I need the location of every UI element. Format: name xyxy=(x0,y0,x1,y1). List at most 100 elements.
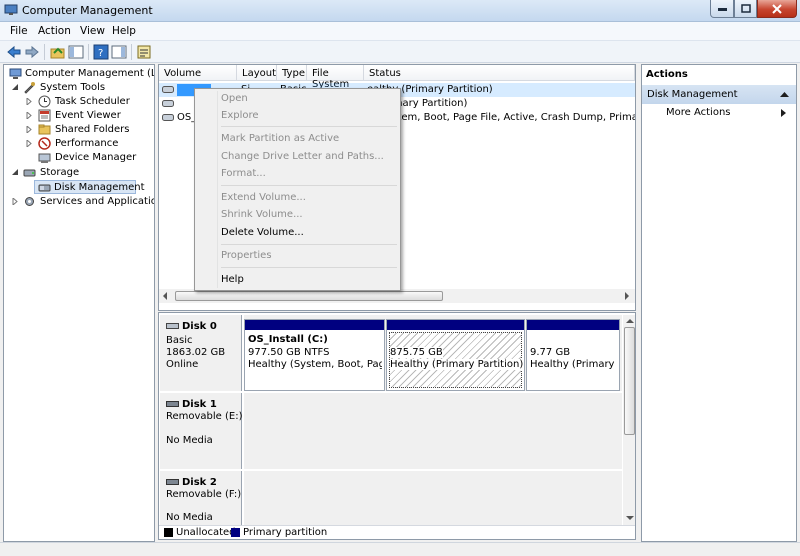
tree-label: Task Scheduler xyxy=(55,96,130,107)
window-title: Computer Management xyxy=(22,4,153,17)
more-actions-item[interactable]: More Actions xyxy=(666,107,731,118)
tree-item-performance[interactable]: Performance xyxy=(6,137,154,151)
column-header-layout[interactable]: Layout xyxy=(237,65,277,81)
menu-item-help[interactable]: Help xyxy=(221,274,244,285)
tree-item-shared-folders[interactable]: Shared Folders xyxy=(6,123,154,137)
disk-name: Disk 2 xyxy=(182,477,217,488)
partition-status: Healthy (Primary Partition) xyxy=(390,359,524,370)
minimize-button[interactable] xyxy=(710,0,734,18)
scroll-up-icon[interactable] xyxy=(626,318,634,323)
primary-partition-bar xyxy=(245,320,384,330)
tree-item-system-tools[interactable]: System Tools xyxy=(6,81,154,95)
column-header-status[interactable]: Status xyxy=(364,65,635,81)
tree-item-task-scheduler[interactable]: Task Scheduler xyxy=(6,95,154,109)
close-button[interactable] xyxy=(757,0,797,18)
properties-icon[interactable] xyxy=(136,44,152,60)
minimize-icon xyxy=(717,7,727,11)
menu-separator xyxy=(221,185,397,186)
scroll-thumb[interactable] xyxy=(175,291,443,301)
console-tree: Computer Management (Local System Tools … xyxy=(3,64,155,542)
collapse-up-icon[interactable] xyxy=(780,91,789,97)
partition-9gb[interactable]: 9.77 GB Healthy (Primary Pa xyxy=(526,319,620,391)
collapsed-arrow-icon[interactable] xyxy=(26,140,32,147)
partition-875gb[interactable]: 875.75 GB Healthy (Primary Partition) xyxy=(386,319,525,391)
tree-label: System Tools xyxy=(40,82,106,93)
collapsed-arrow-icon[interactable] xyxy=(26,112,32,119)
column-header-volume[interactable]: Volume xyxy=(159,65,237,81)
column-header-type[interactable]: Type xyxy=(277,65,307,81)
menu-item-mark-active[interactable]: Mark Partition as Active xyxy=(221,133,339,144)
menu-action[interactable]: Action xyxy=(38,25,71,37)
menu-item-shrink-volume[interactable]: Shrink Volume... xyxy=(221,209,303,220)
tree-label: Event Viewer xyxy=(55,110,121,121)
show-action-pane-icon[interactable] xyxy=(111,44,127,60)
tree-label: Device Manager xyxy=(55,152,137,163)
disk-view-vertical-scrollbar[interactable] xyxy=(623,315,635,525)
disk-2-info[interactable]: Disk 2 Removable (F:) No Media xyxy=(160,471,242,525)
up-folder-icon[interactable] xyxy=(50,44,66,60)
disk-0-partitions: OS_Install (C:) 977.50 GB NTFS Healthy (… xyxy=(244,315,622,391)
partition-size: 875.75 GB xyxy=(390,347,443,358)
tree-item-computer-management[interactable]: Computer Management (Local xyxy=(6,67,154,81)
tree-label: Services and Applications xyxy=(40,196,154,207)
title-bar[interactable]: Computer Management xyxy=(0,0,800,22)
legend-swatch-primary xyxy=(231,528,240,537)
help-icon[interactable]: ? xyxy=(93,44,109,60)
menu-file[interactable]: File xyxy=(10,25,28,37)
tree-item-device-manager[interactable]: Device Manager xyxy=(6,151,154,165)
context-menu-icon-strip xyxy=(217,91,218,288)
forward-icon[interactable] xyxy=(24,44,40,60)
scroll-left-icon[interactable] xyxy=(162,292,168,300)
menu-item-open[interactable]: Open xyxy=(221,93,248,104)
tree-item-services-and-applications[interactable]: Services and Applications xyxy=(6,195,154,209)
collapsed-arrow-icon[interactable] xyxy=(26,98,32,105)
back-icon[interactable] xyxy=(6,44,22,60)
services-icon xyxy=(25,197,34,206)
disk-0-info[interactable]: Disk 0 Basic 1863.02 GB Online xyxy=(160,315,242,391)
tree-item-disk-management[interactable]: Disk Management xyxy=(34,180,145,194)
partition-os-install[interactable]: OS_Install (C:) 977.50 GB NTFS Healthy (… xyxy=(244,319,385,391)
expanded-arrow-icon[interactable] xyxy=(11,83,19,91)
maximize-button[interactable] xyxy=(734,0,757,18)
disk-icon xyxy=(166,323,179,329)
disk-state: No Media xyxy=(166,512,213,523)
disk-size: 1863.02 GB xyxy=(166,347,226,358)
legend-label: Unallocated xyxy=(176,527,236,538)
collapsed-arrow-icon[interactable] xyxy=(12,198,18,205)
partition-title: OS_Install (C:) xyxy=(248,334,328,345)
close-icon xyxy=(772,3,782,14)
scroll-thumb[interactable] xyxy=(624,327,635,435)
partition-size: 9.77 GB xyxy=(530,347,571,358)
menu-item-delete-volume[interactable]: Delete Volume... xyxy=(221,227,304,238)
menu-item-format[interactable]: Format... xyxy=(221,168,266,179)
volume-list-horizontal-scrollbar[interactable] xyxy=(159,289,635,303)
tree-label: Computer Management (Local xyxy=(25,68,154,79)
menu-item-change-drive-letter[interactable]: Change Drive Letter and Paths... xyxy=(221,151,384,162)
tree-label: Performance xyxy=(55,138,119,149)
removable-disk-icon xyxy=(166,401,179,407)
actions-section-disk-management[interactable]: Disk Management xyxy=(642,85,796,104)
menu-item-explore[interactable]: Explore xyxy=(221,110,259,121)
menu-help[interactable]: Help xyxy=(112,25,136,37)
disk-1-info[interactable]: Disk 1 Removable (E:) No Media xyxy=(160,393,243,469)
menu-view[interactable]: View xyxy=(80,25,105,37)
collapsed-arrow-icon[interactable] xyxy=(26,126,32,133)
scroll-right-icon[interactable] xyxy=(624,292,630,300)
show-hide-tree-icon[interactable] xyxy=(68,44,84,60)
menu-item-extend-volume[interactable]: Extend Volume... xyxy=(221,192,306,203)
partition-size: 977.50 GB NTFS xyxy=(248,347,330,358)
disk-2-area xyxy=(244,471,622,525)
disk-state: No Media xyxy=(166,435,213,446)
scroll-down-icon[interactable] xyxy=(626,516,634,521)
menu-item-properties[interactable]: Properties xyxy=(221,250,272,261)
tree-item-storage[interactable]: Storage xyxy=(6,166,154,180)
submenu-arrow-icon[interactable] xyxy=(781,109,786,117)
column-header-file-system[interactable]: File System xyxy=(307,65,364,90)
tree-item-event-viewer[interactable]: Event Viewer xyxy=(6,109,154,123)
toolbar-separator xyxy=(88,44,89,60)
tree-label: Storage xyxy=(40,167,80,178)
expanded-arrow-icon[interactable] xyxy=(11,168,19,176)
partition-status: Healthy (System, Boot, Page Fi xyxy=(248,359,382,370)
event-viewer-icon xyxy=(38,109,51,122)
removable-disk-icon xyxy=(166,479,179,485)
